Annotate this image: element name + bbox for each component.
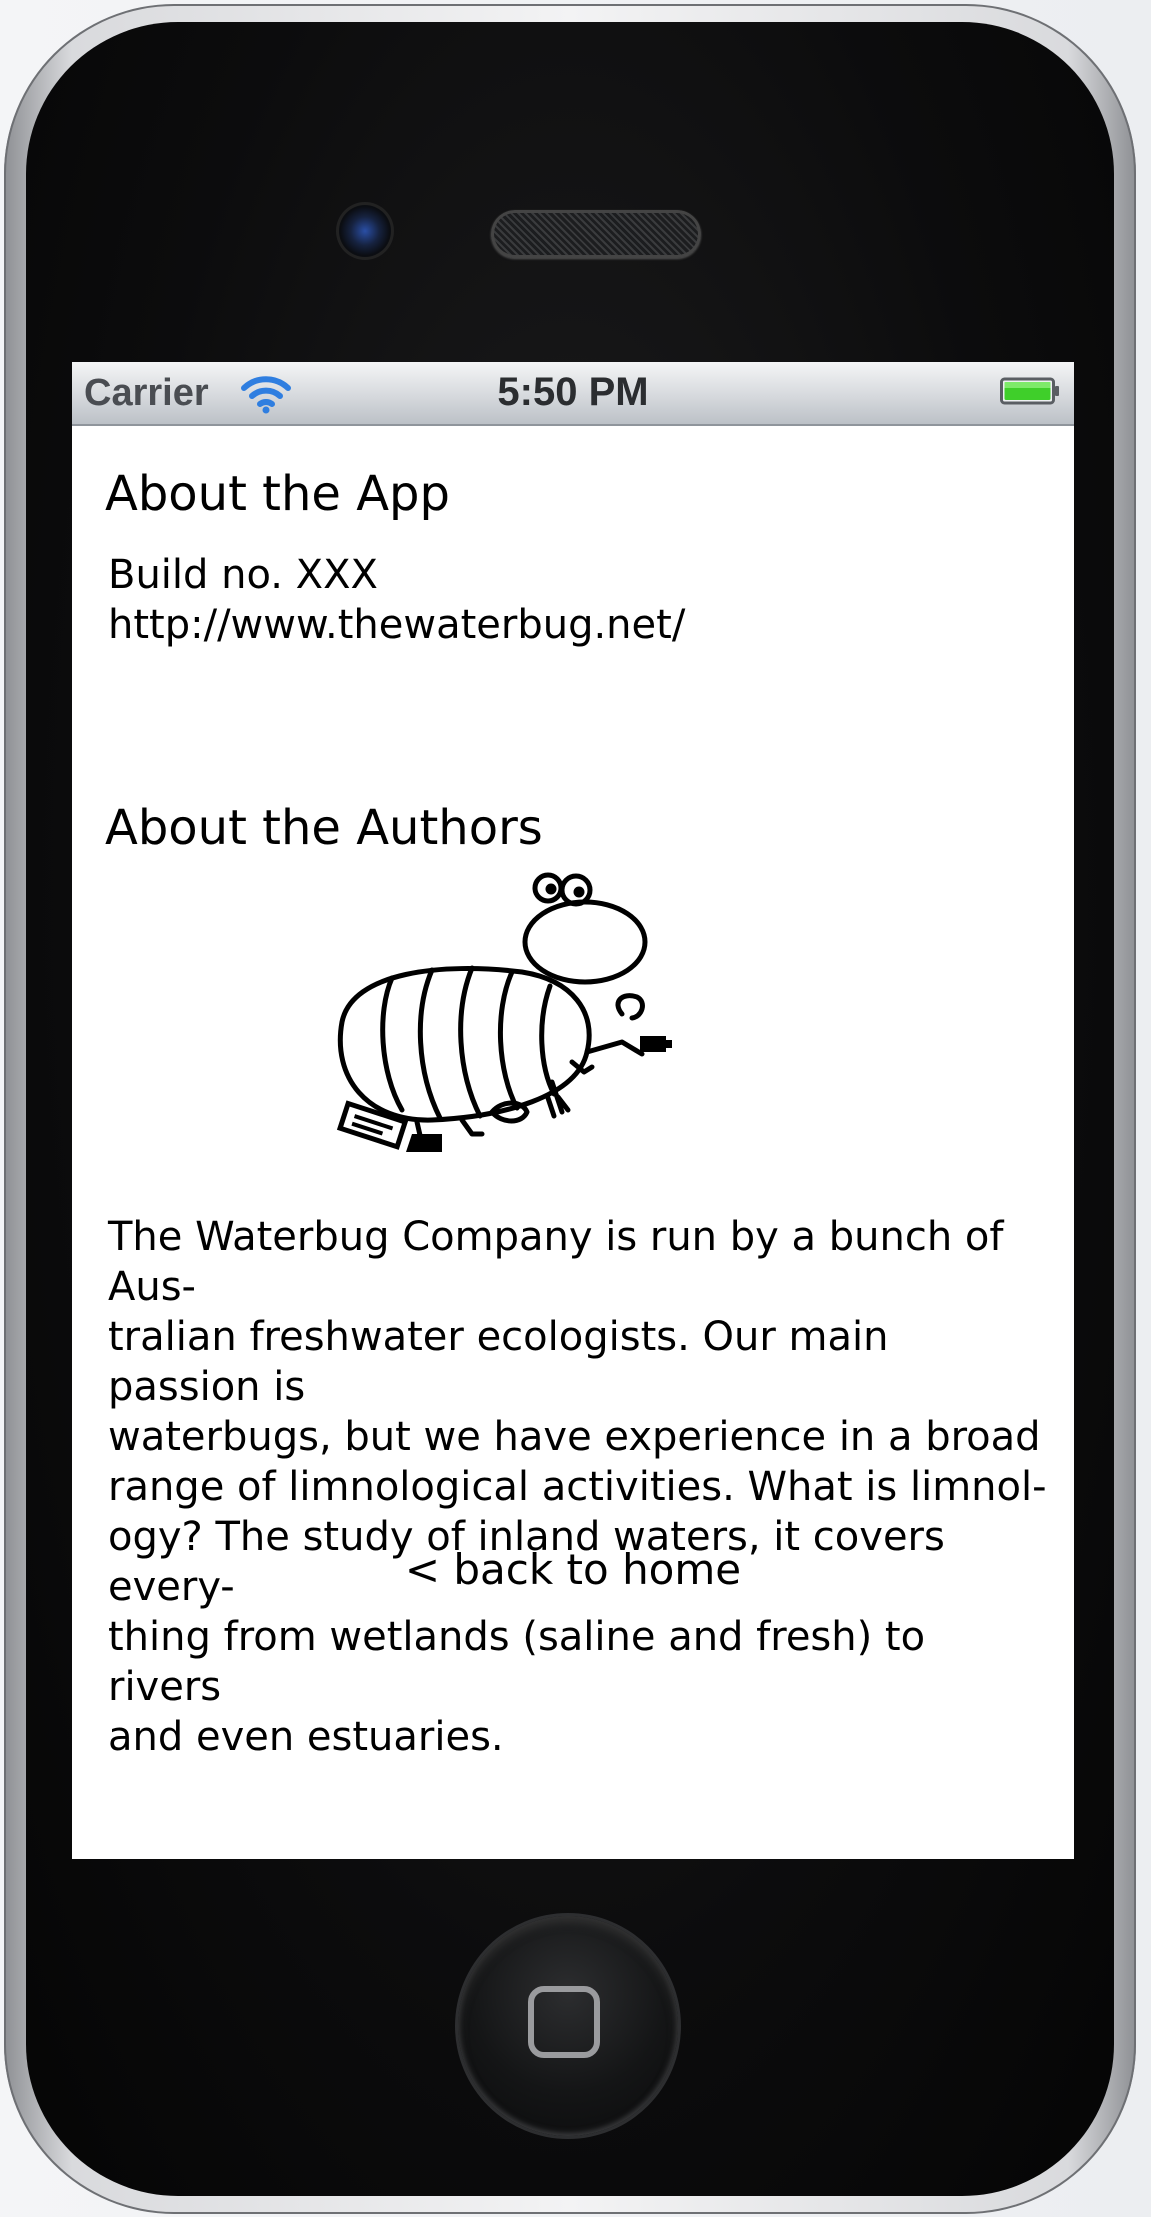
website-link[interactable]: http://www.thewaterbug.net/: [108, 600, 685, 650]
front-camera-icon: [336, 202, 394, 260]
earpiece-speaker-icon: [491, 210, 701, 258]
home-button[interactable]: [458, 1916, 678, 2136]
about-page: About the App Build no. XXX http://www.t…: [72, 426, 1074, 1859]
build-info: Build no. XXX http://www.thewaterbug.net…: [108, 550, 685, 650]
about-authors-heading: About the Authors: [105, 800, 543, 856]
authors-description: The Waterbug Company is run by a bunch o…: [108, 1214, 1047, 1760]
status-time: 5:50 PM: [497, 370, 649, 414]
about-app-heading: About the App: [105, 466, 450, 522]
waterbug-logo-icon: [336, 872, 672, 1152]
back-to-home-link[interactable]: < back to home: [72, 1544, 1074, 1596]
build-number: Build no. XXX: [108, 552, 378, 598]
home-button-icon: [528, 1986, 600, 2058]
battery-icon: [1000, 377, 1059, 405]
status-bar: Carrier 5:50 PM: [72, 362, 1074, 426]
phone-screen: Carrier 5:50 PM About the App Build no. …: [72, 362, 1074, 1859]
